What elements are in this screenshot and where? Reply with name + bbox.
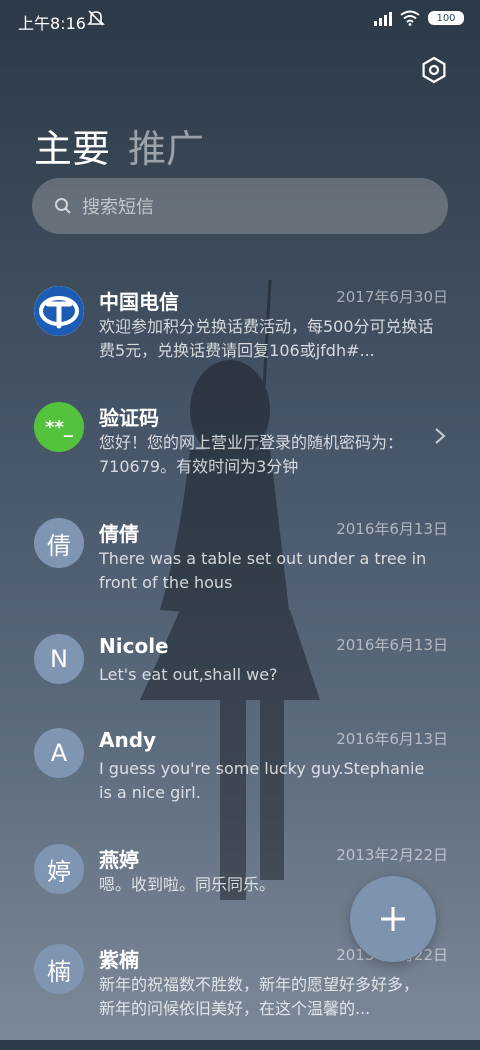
message-preview: 您好！您的网上营业厅登录的随机密码为：710679。有效时间为3分钟 — [99, 433, 404, 476]
china-telecom-logo-avatar — [34, 286, 84, 336]
contact-name: 验证码 — [99, 406, 159, 430]
search-bar[interactable]: 搜索短信 — [32, 178, 448, 234]
conversation-item[interactable]: 倩 倩倩 2016年6月13日 There was a table set ou… — [0, 508, 480, 624]
contact-name: 中国电信 — [99, 290, 179, 314]
hexagon-gear-icon[interactable] — [420, 56, 448, 84]
contact-name: Andy — [99, 728, 157, 752]
message-date: 2013年2月22日 — [336, 846, 448, 864]
avatar: 婷 — [34, 844, 84, 894]
message-preview: 新年的祝福数不胜数，新年的愿望好多好多，新年的问候依旧美好，在这个温馨的... — [99, 975, 420, 1018]
avatar: 楠 — [34, 944, 84, 994]
chevron-right-icon[interactable] — [434, 427, 446, 445]
message-preview: 欢迎参加积分兑换话费活动，每500分可兑换话费5元，兑换话费请回复106或jfd… — [99, 317, 434, 360]
avatar-text: **_ — [45, 416, 73, 438]
contact-name: 倩倩 — [99, 522, 139, 546]
message-preview: There was a table set out under a tree i… — [99, 549, 427, 592]
compose-button[interactable] — [350, 876, 436, 962]
conversation-item[interactable]: 中国电信 2017年6月30日 欢迎参加积分兑换话费活动，每500分可兑换话费5… — [0, 276, 480, 392]
contact-name: Nicole — [99, 634, 169, 658]
battery-icon: 100 — [428, 11, 464, 25]
search-placeholder: 搜索短信 — [82, 197, 154, 218]
telecom-logo-icon — [34, 286, 84, 336]
tab-promotions[interactable]: 推广 — [128, 118, 204, 173]
message-preview: Let's eat out,shall we? — [99, 665, 278, 684]
plus-icon — [381, 907, 405, 931]
contact-name: 紫楠 — [99, 948, 139, 972]
avatar-text: 婷 — [47, 857, 71, 886]
message-date: 2016年6月13日 — [336, 730, 448, 748]
avatar: **_ — [34, 402, 84, 452]
avatar-text: 倩 — [47, 531, 71, 560]
category-tabs: 主要 推广 — [34, 118, 204, 173]
message-date: 2016年6月13日 — [336, 636, 448, 654]
wifi-icon — [400, 10, 420, 26]
conversation-item[interactable]: A Andy 2016年6月13日 I guess you're some lu… — [0, 718, 480, 834]
contact-name: 燕婷 — [99, 848, 139, 872]
status-bar: 上午8:16 100 — [0, 0, 480, 40]
message-date: 2016年6月13日 — [336, 520, 448, 538]
search-icon — [55, 198, 71, 214]
status-indicators: 100 — [374, 10, 464, 26]
avatar: 倩 — [34, 518, 84, 568]
message-preview: I guess you're some lucky guy.Stephanie … — [99, 759, 425, 802]
conversation-item[interactable]: **_ 验证码 您好！您的网上营业厅登录的随机密码为：710679。有效时间为3… — [0, 392, 480, 508]
tab-primary[interactable]: 主要 — [34, 118, 110, 173]
avatar-text: N — [50, 645, 68, 673]
avatar: A — [34, 728, 84, 778]
avatar-text: 楠 — [47, 957, 71, 986]
signal-icon — [374, 10, 392, 26]
conversation-item[interactable]: N Nicole 2016年6月13日 Let's eat out,shall … — [0, 624, 480, 718]
mute-icon — [87, 10, 105, 26]
avatar: N — [34, 634, 84, 684]
avatar-text: A — [50, 739, 68, 767]
status-time: 上午8:16 — [18, 14, 86, 33]
message-date: 2017年6月30日 — [336, 288, 448, 306]
